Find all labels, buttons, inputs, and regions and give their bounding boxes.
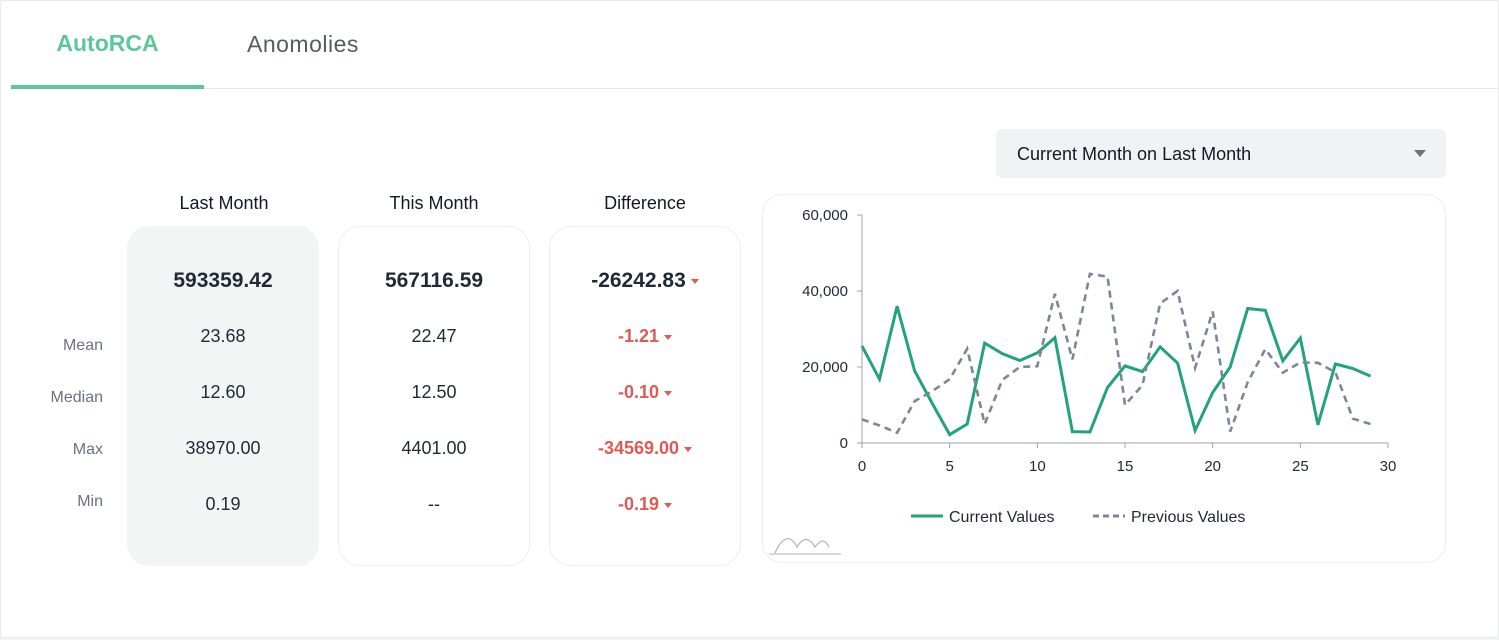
last-month-mean: 23.68 <box>200 326 246 346</box>
row-label-mean: Mean <box>62 337 103 354</box>
difference-mean-value: -1.21 <box>617 326 660 346</box>
tab-anomolies[interactable]: Anomolies <box>247 1 359 88</box>
tab-autorca[interactable]: AutoRCA <box>11 1 204 89</box>
difference-min: -0.19 <box>550 494 740 515</box>
series-line-previous-values <box>861 272 1371 435</box>
x-tick-label: 5 <box>945 458 953 475</box>
legend-current-values-label: Current Values <box>949 509 1055 526</box>
tab-bar: AutoRCA Anomolies <box>11 1 1498 89</box>
difference-mean: -1.21 <box>550 326 740 347</box>
chart-logo-icon <box>769 538 841 555</box>
y-tick-label: 20,000 <box>802 359 848 376</box>
comparison-line-chart: 0 20,000 40,000 60,000 0 5 10 15 20 25 30 Current … <box>769 207 1396 555</box>
comparison-period-value: Current Month on Last Month <box>1017 144 1252 164</box>
chart-series <box>860 272 1372 437</box>
chart-axes: 0 20,000 40,000 60,000 0 5 10 15 20 25 30 <box>802 207 1396 475</box>
series-line-current-values <box>860 305 1372 437</box>
column-header-this-month: This Month <box>389 193 479 213</box>
last-month-card: 593359.42 23.68 12.60 38970.00 0.19 <box>127 226 319 566</box>
comparison-chart-card: 0 20,000 40,000 60,000 0 5 10 15 20 25 30 Current … <box>762 194 1446 563</box>
difference-total-value: -26242.83 <box>591 269 686 292</box>
column-header-last-month: Last Month <box>179 193 269 213</box>
active-tab-indicator <box>11 85 204 89</box>
difference-card: -26242.83 -1.21 -0.10 -34569.00 -0.19 <box>549 226 741 566</box>
this-month-total: 567116.59 <box>384 269 484 292</box>
x-tick-label: 20 <box>1204 458 1221 475</box>
difference-max: -34569.00 <box>550 438 740 459</box>
legend-previous-values-label: Previous Values <box>1131 509 1245 526</box>
arrow-down-icon <box>664 334 673 340</box>
this-month-min: -- <box>428 494 440 514</box>
difference-min-value: -0.19 <box>617 494 660 514</box>
row-label-median: Median <box>50 389 103 406</box>
this-month-max: 4401.00 <box>401 438 467 458</box>
difference-median-value: -0.10 <box>617 382 660 402</box>
arrow-down-icon <box>690 278 699 284</box>
tab-anomolies-label: Anomolies <box>247 31 359 57</box>
chevron-down-icon <box>1414 150 1426 157</box>
y-tick-label: 60,000 <box>802 207 848 224</box>
difference-max-value: -34569.00 <box>597 438 680 458</box>
this-month-card: 567116.59 22.47 12.50 4401.00 -- <box>338 226 530 566</box>
arrow-down-icon <box>664 502 673 508</box>
last-month-max: 38970.00 <box>185 438 261 458</box>
this-month-mean: 22.47 <box>411 326 457 346</box>
comparison-period-select[interactable]: Current Month on Last Month <box>996 129 1446 178</box>
x-tick-label: 30 <box>1380 458 1397 475</box>
tab-autorca-label: AutoRCA <box>56 30 159 56</box>
difference-total: -26242.83 <box>550 269 740 293</box>
autorca-panel: AutoRCA Anomolies Current Month on Last … <box>0 0 1499 638</box>
last-month-min: 0.19 <box>205 494 241 514</box>
x-tick-label: 0 <box>858 458 866 475</box>
y-tick-label: 40,000 <box>802 283 848 300</box>
arrow-down-icon <box>684 446 693 452</box>
y-tick-label: 0 <box>840 435 848 452</box>
chart-legend: Current Values Previous Values <box>911 509 1245 526</box>
x-tick-label: 25 <box>1292 458 1309 475</box>
difference-median: -0.10 <box>550 382 740 403</box>
row-label-min: Min <box>77 493 103 510</box>
this-month-median: 12.50 <box>411 382 457 402</box>
last-month-median: 12.60 <box>200 382 246 402</box>
x-tick-label: 15 <box>1117 458 1134 475</box>
last-month-total: 593359.42 <box>173 269 273 292</box>
x-tick-label: 10 <box>1029 458 1046 475</box>
column-header-difference: Difference <box>604 193 686 213</box>
row-label-max: Max <box>72 441 103 458</box>
arrow-down-icon <box>664 390 673 396</box>
